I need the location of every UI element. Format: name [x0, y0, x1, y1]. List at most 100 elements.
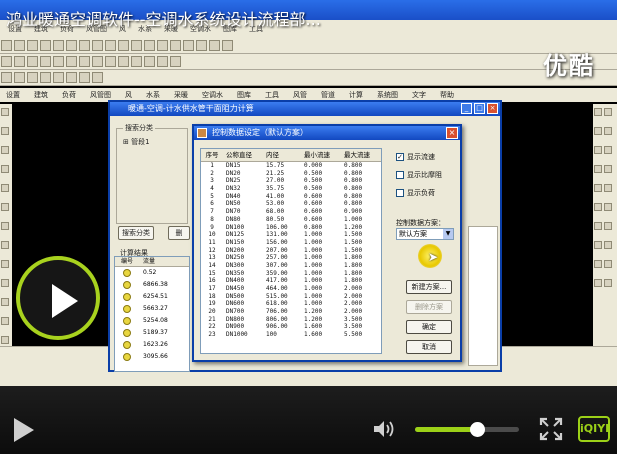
cad-command-item[interactable]: 工具: [265, 90, 279, 100]
new-scheme-button[interactable]: 新建方案...: [406, 280, 452, 294]
tree-group-label: 搜索分类: [123, 123, 155, 133]
table-cell: 618.00: [266, 300, 288, 308]
table-cell: 1.200: [304, 308, 323, 316]
list-item[interactable]: 0.52: [115, 267, 189, 279]
volume-handle[interactable]: [470, 422, 486, 437]
table-row[interactable]: 3 DN25 27.00 0.500 0.800: [201, 177, 381, 185]
table-cell: DN100: [226, 223, 245, 231]
delete-scheme-button[interactable]: 删除方案: [406, 300, 452, 314]
table-cell: 131.00: [266, 231, 288, 239]
maximize-icon[interactable]: □: [474, 103, 485, 114]
list-item[interactable]: 5189.37: [115, 327, 189, 339]
cad-command-item[interactable]: 计算: [349, 90, 363, 100]
cad-command-item[interactable]: 建筑: [34, 90, 48, 100]
ok-button[interactable]: 确定: [406, 320, 452, 334]
list-item[interactable]: 1623.26: [115, 339, 189, 351]
table-row[interactable]: 22 DN900 906.00 1.600 3.500: [201, 323, 381, 331]
table-row[interactable]: 8 DN80 80.50 0.600 1.000: [201, 216, 381, 224]
list-item[interactable]: 6866.38: [115, 279, 189, 291]
table-cell: 1.000: [304, 254, 323, 262]
cad-command-item[interactable]: 风: [125, 90, 132, 100]
table-row[interactable]: 11 DN150 156.00 1.000 1.500: [201, 239, 381, 247]
cad-command-item[interactable]: 风管: [293, 90, 307, 100]
table-cell: 2.000: [344, 292, 363, 300]
table-row[interactable]: 15 DN350 359.00 1.000 1.800: [201, 270, 381, 278]
table-cell: 15.75: [266, 162, 285, 169]
cad-command-item[interactable]: 系统图: [377, 90, 398, 100]
pipe-data-table[interactable]: 序号 公称直径 内径 最小流速 最大流速 1 DN15 15.75 0.000 0.80…: [200, 148, 382, 354]
volume-icon[interactable]: [372, 419, 396, 439]
show-load-checkbox[interactable]: 显示负荷: [396, 188, 435, 198]
scheme-select[interactable]: 默认方案 ▼: [396, 228, 454, 240]
volume-slider[interactable]: [415, 422, 519, 437]
table-row[interactable]: 9 DN100 106.00 0.800 1.200: [201, 224, 381, 232]
table-row[interactable]: 2 DN20 21.25 0.500 0.800: [201, 170, 381, 178]
flow-value: 5189.37: [143, 329, 168, 336]
cad-command-item[interactable]: 帮助: [440, 90, 454, 100]
col-index[interactable]: 序号: [201, 149, 223, 161]
table-row[interactable]: 10 DN125 131.00 1.000 1.500: [201, 231, 381, 239]
table-row[interactable]: 20 DN700 706.00 1.200 2.000: [201, 308, 381, 316]
list-item[interactable]: 5663.27: [115, 303, 189, 315]
cad-command-item[interactable]: 管道: [321, 90, 335, 100]
col-inner-diameter[interactable]: 内径: [263, 149, 301, 161]
table-row[interactable]: 21 DN800 806.00 1.200 3.500: [201, 316, 381, 324]
checkbox-checked-icon: ✓: [396, 153, 404, 161]
table-row[interactable]: 16 DN400 417.00 1.000 1.800: [201, 277, 381, 285]
fullscreen-icon[interactable]: [539, 417, 563, 441]
cad-command-item[interactable]: 设置: [6, 90, 20, 100]
table-row[interactable]: 17 DN450 464.00 1.000 2.000: [201, 285, 381, 293]
list-item[interactable]: 3095.66: [115, 351, 189, 363]
table-cell: 23: [208, 331, 216, 339]
col-nominal-diameter[interactable]: 公称直径: [223, 149, 263, 161]
table-cell: 16: [208, 277, 216, 285]
player-controls: iQIYI: [0, 386, 617, 454]
cad-command-item[interactable]: 采暖: [174, 90, 188, 100]
cad-command-item[interactable]: 风管图: [90, 90, 111, 100]
table-cell: 18: [208, 292, 216, 300]
cad-command-item[interactable]: 水系: [146, 90, 160, 100]
table-row[interactable]: 13 DN250 257.00 1.000 1.800: [201, 254, 381, 262]
table-cell: 207.00: [266, 246, 288, 254]
table-cell: 0.800: [344, 185, 363, 193]
show-friction-checkbox[interactable]: 显示比摩阻: [396, 170, 442, 180]
close-icon[interactable]: ×: [487, 103, 498, 114]
search-category-button[interactable]: 搜索分类: [118, 226, 154, 240]
cancel-button[interactable]: 取消: [406, 340, 452, 354]
cad-command-item[interactable]: 空调水: [202, 90, 223, 100]
minimize-icon[interactable]: _: [461, 103, 472, 114]
table-cell: DN80: [226, 215, 241, 223]
show-velocity-checkbox[interactable]: ✓ 显示流速: [396, 152, 435, 162]
table-cell: 0.500: [304, 177, 323, 185]
delete-button[interactable]: 删: [168, 226, 190, 240]
table-cell: 1.000: [304, 238, 323, 246]
table-row[interactable]: 12 DN200 207.00 1.000 1.500: [201, 247, 381, 255]
table-row[interactable]: 23 DN1000 100 1.600 5.500: [201, 331, 381, 339]
col-min-velocity[interactable]: 最小流速: [301, 149, 341, 161]
cad-command-item[interactable]: 图库: [237, 90, 251, 100]
table-cell: 2.000: [344, 285, 363, 292]
col-max-velocity[interactable]: 最大流速: [341, 149, 381, 161]
table-cell: DN600: [226, 300, 245, 308]
table-row[interactable]: 1 DN15 15.75 0.000 0.800: [201, 162, 381, 170]
table-row[interactable]: 19 DN600 618.00 1.000 2.000: [201, 300, 381, 308]
tree-item[interactable]: ⊞ 管段1: [123, 137, 150, 147]
table-row[interactable]: 6 DN50 53.00 0.600 0.800: [201, 200, 381, 208]
close-icon[interactable]: ×: [446, 127, 458, 139]
list-item[interactable]: 5254.08: [115, 315, 189, 327]
table-cell: 156.00: [266, 238, 288, 246]
table-row[interactable]: 4 DN32 35.75 0.500 0.800: [201, 185, 381, 193]
list-item[interactable]: 6254.51: [115, 291, 189, 303]
play-button[interactable]: [14, 418, 34, 442]
cad-command-item[interactable]: 负荷: [62, 90, 76, 100]
table-row[interactable]: 7 DN70 68.00 0.600 0.900: [201, 208, 381, 216]
table-cell: 14: [208, 261, 216, 269]
table-row[interactable]: 14 DN300 307.00 1.000 1.800: [201, 262, 381, 270]
table-row[interactable]: 18 DN500 515.00 1.000 2.000: [201, 293, 381, 301]
big-play-button[interactable]: [16, 256, 100, 340]
video-surface[interactable]: 设置 建筑 负荷 风管图风水系 采暖 空调水 图库 工具 设置 建筑 负荷 风管图风水系 采暖 空调水图…: [0, 0, 617, 386]
table-row[interactable]: 5 DN40 41.00 0.600 0.800: [201, 193, 381, 201]
cad-command-item[interactable]: 文字: [412, 90, 426, 100]
iqiyi-logo[interactable]: iQIYI: [578, 416, 610, 442]
cad-toolbar-2: [0, 54, 617, 70]
